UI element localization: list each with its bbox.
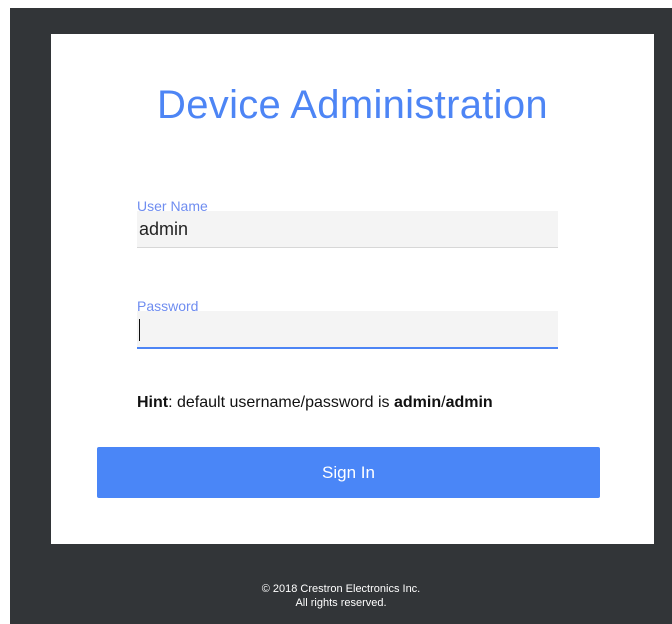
hint-body: : default username/password is: [168, 394, 394, 411]
page-title: Device Administration: [157, 83, 548, 127]
username-input[interactable]: [137, 211, 558, 247]
username-field-container: [137, 211, 558, 248]
rights-text: All rights reserved.: [295, 597, 387, 609]
hint-text: Hint: default username/password is admin…: [137, 394, 493, 412]
hint-default-user: admin: [394, 394, 442, 411]
password-field-container: [137, 311, 558, 349]
copyright-text: © 2018 Crestron Electronics Inc.: [261, 583, 421, 595]
page-background: Device Administration User Name Password…: [10, 8, 672, 624]
login-card: Device Administration User Name Password…: [51, 34, 654, 544]
footer: © 2018 Crestron Electronics Inc. All rig…: [10, 582, 672, 610]
text-caret: [139, 319, 140, 341]
sign-in-button[interactable]: Sign In: [97, 447, 600, 498]
password-input[interactable]: [137, 311, 558, 347]
hint-label: Hint: [137, 394, 169, 411]
hint-default-pass: admin: [445, 394, 493, 411]
